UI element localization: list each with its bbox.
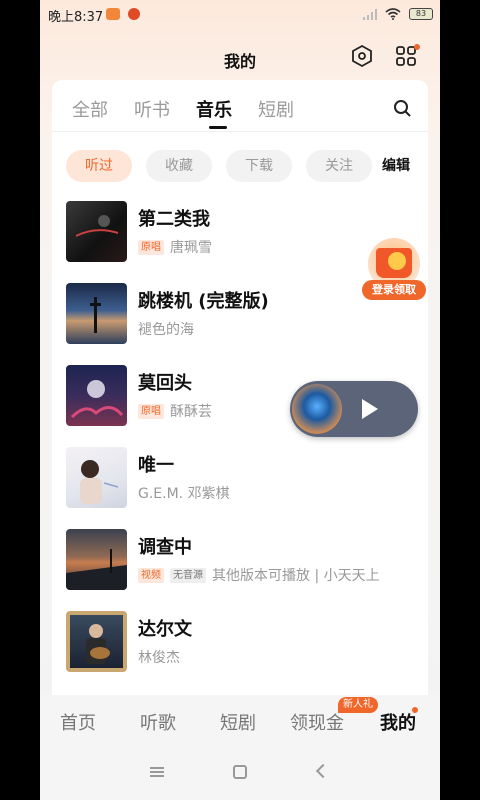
song-meta: 原唱 唐珮雪 xyxy=(138,237,212,257)
coin-icon xyxy=(388,252,406,270)
song-artist: 林俊杰 xyxy=(138,650,180,666)
notification-weibo-icon xyxy=(128,8,140,20)
page-title: 我的 xyxy=(223,52,256,71)
now-playing-cover xyxy=(292,384,342,434)
nav-listen[interactable]: 听歌 xyxy=(140,709,176,735)
phone-screen: 晚上8:37 83 我的 全部 听书 音乐 短剧 听过 收藏 下载 关注 编辑 … xyxy=(40,0,440,800)
back-icon[interactable] xyxy=(315,763,331,779)
notification-dot xyxy=(414,44,420,50)
song-artist: 唐珮雪 xyxy=(170,240,212,256)
category-tabs: 全部 听书 音乐 短剧 xyxy=(52,80,428,132)
tag-no-source: 无音源 xyxy=(170,567,206,583)
song-artist: G.E.M. 邓紫棋 xyxy=(138,486,230,502)
song-title: 跳楼机 (完整版) xyxy=(138,291,269,312)
nav-home[interactable]: 首页 xyxy=(60,709,96,735)
song-meta: 原唱 酥酥芸 xyxy=(138,401,212,421)
nav-mine[interactable]: 我的 xyxy=(380,709,416,735)
album-cover xyxy=(66,201,127,262)
login-reward-float[interactable]: 登录领取 xyxy=(360,232,430,302)
system-nav-bar xyxy=(40,745,440,800)
active-tab-indicator xyxy=(209,126,227,129)
song-artist: 其他版本可播放 | 小天天上 xyxy=(212,568,380,584)
song-meta: 视频 无音源 其他版本可播放 | 小天天上 xyxy=(138,565,380,585)
home-icon[interactable] xyxy=(233,765,247,779)
wifi-icon xyxy=(385,8,401,20)
tab-music[interactable]: 音乐 xyxy=(196,96,232,122)
song-meta: 林俊杰 xyxy=(138,647,180,667)
song-title: 莫回头 xyxy=(138,373,192,394)
new-user-gift-badge: 新人礼 xyxy=(338,697,378,713)
song-title: 第二类我 xyxy=(138,209,210,230)
album-cover xyxy=(66,611,127,672)
chip-played[interactable]: 听过 xyxy=(66,150,132,182)
song-artist: 酥酥芸 xyxy=(170,404,212,420)
login-reward-label: 登录领取 xyxy=(362,280,426,300)
play-icon[interactable] xyxy=(362,399,378,419)
search-icon[interactable] xyxy=(392,98,412,118)
notification-app-icon xyxy=(106,8,120,20)
chip-downloads[interactable]: 下载 xyxy=(226,150,292,182)
song-meta: 褪色的海 xyxy=(138,319,194,339)
tag-original: 原唱 xyxy=(138,239,164,255)
tab-short-drama[interactable]: 短剧 xyxy=(258,96,294,122)
song-title: 调查中 xyxy=(138,537,192,558)
song-item[interactable]: 调查中 视频 无音源 其他版本可播放 | 小天天上 xyxy=(52,529,428,599)
menu-icon[interactable] xyxy=(150,767,164,777)
album-cover xyxy=(66,447,127,508)
song-meta: G.E.M. 邓紫棋 xyxy=(138,483,230,503)
album-cover xyxy=(66,529,127,590)
nav-cash[interactable]: 领现金 xyxy=(290,709,344,735)
signal-icon xyxy=(363,9,377,20)
song-title: 唯一 xyxy=(138,455,174,476)
album-cover xyxy=(66,365,127,426)
album-cover xyxy=(66,283,127,344)
chip-following[interactable]: 关注 xyxy=(306,150,372,182)
title-bar: 我的 xyxy=(40,38,440,78)
settings-icon[interactable] xyxy=(350,44,374,68)
song-item[interactable]: 达尔文 林俊杰 xyxy=(52,611,428,681)
nav-mine-dot xyxy=(412,707,418,713)
filter-chips: 听过 收藏 下载 关注 编辑 xyxy=(52,148,428,184)
battery-indicator: 83 xyxy=(409,8,433,20)
tag-original: 原唱 xyxy=(138,403,164,419)
tab-audiobook[interactable]: 听书 xyxy=(134,96,170,122)
song-item[interactable]: 唯一 G.E.M. 邓紫棋 xyxy=(52,447,428,517)
tab-all[interactable]: 全部 xyxy=(72,96,108,122)
song-artist: 褪色的海 xyxy=(138,322,194,338)
status-bar: 晚上8:37 83 xyxy=(40,0,440,30)
status-time: 晚上8:37 xyxy=(48,10,104,25)
chip-favorites[interactable]: 收藏 xyxy=(146,150,212,182)
mini-player[interactable] xyxy=(290,381,418,437)
nav-short-drama[interactable]: 短剧 xyxy=(220,709,256,735)
song-title: 达尔文 xyxy=(138,619,192,640)
edit-button[interactable]: 编辑 xyxy=(382,150,410,182)
tag-video: 视频 xyxy=(138,567,164,583)
bottom-nav: 首页 听歌 短剧 领现金 新人礼 我的 xyxy=(40,695,440,745)
